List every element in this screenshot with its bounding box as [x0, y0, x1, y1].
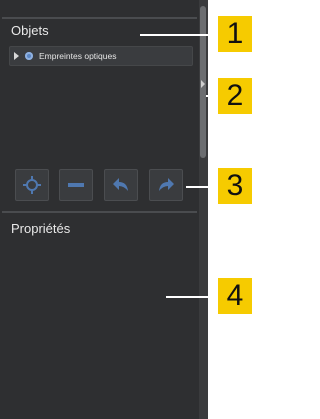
properties-divider	[2, 211, 197, 213]
redo-button[interactable]	[149, 169, 183, 201]
callout-3-leader	[186, 186, 218, 188]
objects-panel-title: Objets	[11, 23, 49, 38]
redo-arrow-icon	[159, 178, 174, 191]
tree-item-empreintes-optiques[interactable]: Empreintes optiques	[9, 46, 193, 66]
scan-object-icon	[25, 52, 33, 60]
properties-panel-title: Propriétés	[11, 221, 71, 236]
callout-2-leader	[206, 95, 218, 97]
callout-1-leader	[140, 34, 218, 36]
center-object-button[interactable]	[15, 169, 49, 201]
top-divider	[2, 17, 197, 19]
remove-object-button[interactable]	[59, 169, 93, 201]
callout-1: 1	[218, 16, 252, 52]
callout-4: 4	[218, 278, 252, 314]
callout-3: 3	[218, 168, 252, 204]
undo-button[interactable]	[104, 169, 138, 201]
minus-icon	[68, 183, 84, 187]
callout-2: 2	[218, 78, 252, 114]
undo-arrow-icon	[113, 178, 128, 191]
tree-item-label: Empreintes optiques	[39, 51, 117, 61]
callout-4-leader	[166, 296, 218, 298]
expand-arrow-icon[interactable]	[14, 52, 19, 60]
collapse-panel-icon[interactable]	[201, 80, 205, 88]
side-panel: Objets Empreintes optiques Propriétés	[0, 0, 203, 419]
crosshair-icon	[23, 176, 41, 194]
